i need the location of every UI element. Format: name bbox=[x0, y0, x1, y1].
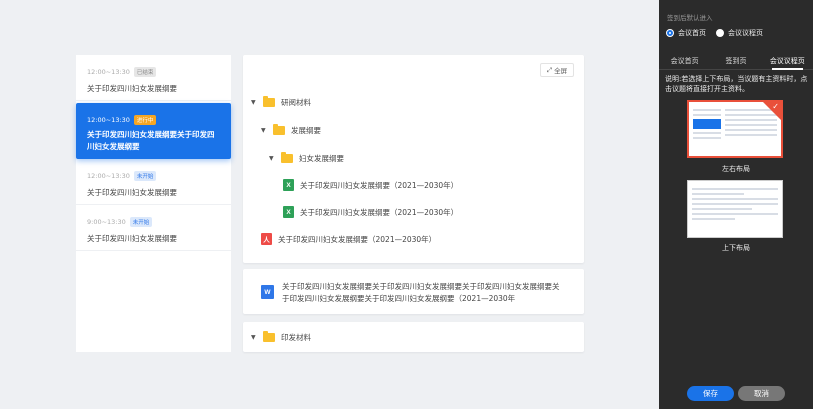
fullscreen-icon: ⤢ bbox=[546, 65, 553, 74]
agenda-time-text: 12:00~13:30 bbox=[87, 172, 130, 180]
tree-folder-row[interactable]: ▼ 研阅材料 bbox=[251, 96, 311, 108]
folder-label: 妇女发展纲要 bbox=[299, 154, 344, 163]
default-entry-label: 签到后默认进入 bbox=[667, 14, 713, 22]
agenda-time-text: 12:00~13:30 bbox=[87, 116, 130, 124]
folder-icon bbox=[281, 152, 293, 163]
save-button[interactable]: 保存 bbox=[687, 386, 734, 401]
fullscreen-button[interactable]: ⤢ 全屏 bbox=[540, 63, 574, 77]
check-icon: ✓ bbox=[772, 102, 779, 111]
layout-option-left-right[interactable]: ✓ bbox=[687, 100, 783, 158]
caret-down-icon[interactable]: ▼ bbox=[251, 334, 257, 341]
folder-icon bbox=[263, 331, 275, 342]
folder-label: 印发材料 bbox=[281, 333, 311, 342]
agenda-time-text: 9:00~13:30 bbox=[87, 218, 126, 226]
folder-icon bbox=[263, 96, 275, 107]
caret-down-icon[interactable]: ▼ bbox=[251, 99, 257, 106]
caret-down-icon[interactable]: ▼ bbox=[261, 127, 267, 134]
main-document-panel[interactable]: W 关于印发四川妇女发展纲要关于印发四川妇女发展纲要关于印发四川妇女发展纲要关于… bbox=[243, 269, 584, 314]
agenda-title: 关于印发四川妇女发展纲要 bbox=[87, 188, 177, 197]
agenda-title: 关于印发四川妇女发展纲要关于印发四川妇女发展纲要 bbox=[87, 130, 215, 151]
excel-file-icon: X bbox=[283, 206, 294, 218]
excel-file-icon: X bbox=[283, 179, 294, 191]
tab-sign-in[interactable]: 签到页 bbox=[710, 52, 761, 69]
radio-checked-icon bbox=[666, 29, 674, 37]
file-label: 关于印发四川妇女发展纲要（2021—2030年） bbox=[278, 234, 437, 244]
agenda-time: 12:00~13:30 进行中 bbox=[87, 115, 221, 125]
layout-label: 上下布局 bbox=[722, 244, 750, 252]
document-title: 关于印发四川妇女发展纲要关于印发四川妇女发展纲要关于印发四川妇女发展纲要关于印发… bbox=[282, 282, 560, 303]
cancel-button[interactable]: 取消 bbox=[738, 386, 785, 401]
word-file-icon: W bbox=[261, 285, 274, 299]
agenda-item-active[interactable]: 12:00~13:30 进行中 关于印发四川妇女发展纲要关于印发四川妇女发展纲要 bbox=[76, 103, 231, 159]
radio-unchecked-icon bbox=[716, 29, 724, 37]
materials-area: ⤢ 全屏 ▼ 研阅材料 ▼ 发展纲要 ▼ 妇女发展纲要 X 关于印发四川妇女发展… bbox=[243, 55, 584, 352]
layout-description: 说明:若选择上下布局，当议题有主资料时，点击议题将直接打开主资料。 bbox=[665, 75, 808, 93]
folder-label: 研阅材料 bbox=[281, 98, 311, 107]
tree-file-row[interactable]: X 关于印发四川妇女发展纲要（2021—2030年） bbox=[283, 179, 458, 191]
agenda-item[interactable]: 12:00~13:30 已结束 关于印发四川妇女发展纲要 bbox=[76, 55, 231, 101]
agenda-time: 12:00~13:30 已结束 bbox=[87, 67, 221, 77]
tree-folder-row[interactable]: ▼ 印发材料 bbox=[251, 331, 311, 343]
materials-tree-panel: ⤢ 全屏 ▼ 研阅材料 ▼ 发展纲要 ▼ 妇女发展纲要 X 关于印发四川妇女发展… bbox=[243, 55, 584, 263]
layout-option-top-bottom[interactable] bbox=[687, 180, 783, 238]
radio-meeting-home[interactable]: 会议首页 bbox=[666, 28, 706, 38]
tree-folder-row[interactable]: ▼ 发展纲要 bbox=[261, 124, 321, 136]
pdf-file-icon: 人 bbox=[261, 233, 272, 245]
file-label: 关于印发四川妇女发展纲要（2021—2030年） bbox=[300, 180, 459, 190]
agenda-item[interactable]: 9:00~13:30 未开始 关于印发四川妇女发展纲要 bbox=[76, 205, 231, 251]
tab-meeting-home[interactable]: 会议首页 bbox=[659, 52, 710, 69]
default-entry-radio-group: 会议首页 会议议程页 bbox=[666, 28, 763, 38]
radio-meeting-agenda[interactable]: 会议议程页 bbox=[716, 28, 763, 38]
tab-meeting-agenda[interactable]: 会议议程页 bbox=[762, 52, 813, 70]
agenda-title: 关于印发四川妇女发展纲要 bbox=[87, 234, 177, 243]
status-badge: 未开始 bbox=[129, 217, 153, 227]
tree-file-row[interactable]: X 关于印发四川妇女发展纲要（2021—2030年） bbox=[283, 206, 458, 218]
agenda-item[interactable]: 12:00~13:30 未开始 关于印发四川妇女发展纲要 bbox=[76, 159, 231, 205]
agenda-time: 12:00~13:30 未开始 bbox=[87, 171, 221, 181]
layout-preview bbox=[692, 188, 778, 220]
agenda-time: 9:00~13:30 未开始 bbox=[87, 217, 221, 227]
layout-label: 左右布局 bbox=[722, 165, 750, 173]
folder-label: 发展纲要 bbox=[291, 126, 321, 135]
agenda-title: 关于印发四川妇女发展纲要 bbox=[87, 84, 177, 93]
agenda-list: 12:00~13:30 已结束 关于印发四川妇女发展纲要 12:00~13:30… bbox=[76, 55, 231, 352]
tree-folder-row[interactable]: ▼ 妇女发展纲要 bbox=[269, 152, 344, 164]
status-badge: 进行中 bbox=[133, 115, 157, 125]
fullscreen-label: 全屏 bbox=[554, 67, 568, 75]
folder-panel: ▼ 印发材料 bbox=[243, 322, 584, 352]
radio-label: 会议首页 bbox=[678, 29, 706, 37]
folder-icon bbox=[273, 124, 285, 135]
status-badge: 未开始 bbox=[133, 171, 157, 181]
tree-file-row[interactable]: 人 关于印发四川妇女发展纲要（2021—2030年） bbox=[261, 233, 436, 245]
radio-label: 会议议程页 bbox=[728, 29, 763, 37]
caret-down-icon[interactable]: ▼ bbox=[269, 155, 275, 162]
settings-tabs: 会议首页 签到页 会议议程页 bbox=[659, 52, 813, 70]
document-row[interactable]: W 关于印发四川妇女发展纲要关于印发四川妇女发展纲要关于印发四川妇女发展纲要关于… bbox=[261, 281, 562, 305]
file-label: 关于印发四川妇女发展纲要（2021—2030年） bbox=[300, 207, 459, 217]
status-badge: 已结束 bbox=[133, 67, 157, 77]
settings-panel: 签到后默认进入 会议首页 会议议程页 会议首页 签到页 会议议程页 说明:若选择… bbox=[659, 0, 813, 409]
agenda-time-text: 12:00~13:30 bbox=[87, 68, 130, 76]
